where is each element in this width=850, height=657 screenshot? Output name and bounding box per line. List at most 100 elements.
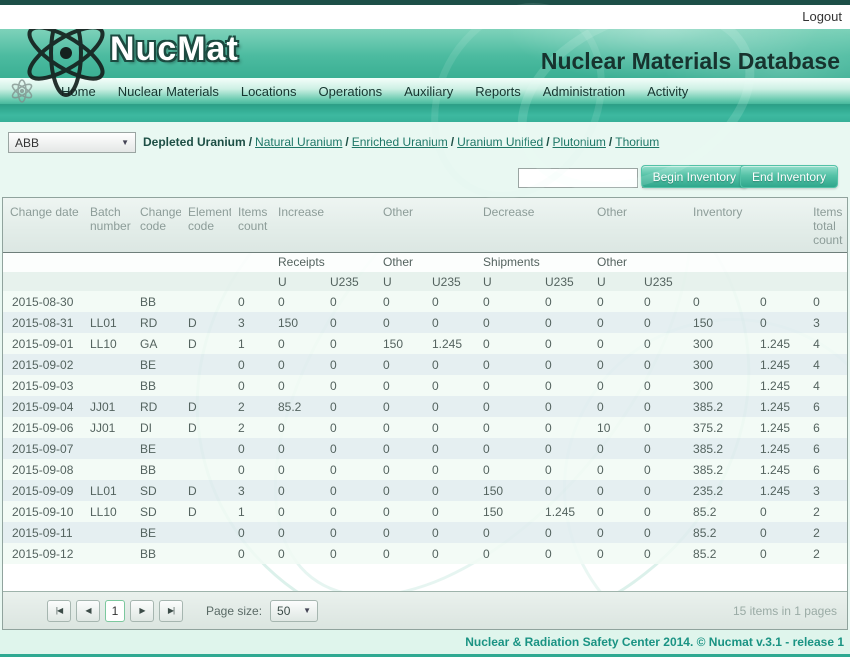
table-cell: RD bbox=[133, 396, 181, 417]
table-body: 2015-08-30BB0000000000002015-08-31LL01RD… bbox=[3, 291, 847, 564]
breadcrumb-separator: / bbox=[246, 135, 255, 149]
table-cell: 0 bbox=[590, 459, 637, 480]
header-row-units: U U235 U U235 U U235 U U235 bbox=[3, 272, 847, 291]
table-cell: 0 bbox=[323, 396, 376, 417]
table-cell: 6 bbox=[806, 459, 847, 480]
col-header-decrease: Decrease bbox=[476, 198, 590, 252]
table-row: 2015-08-31LL01RDD3150000000015003 bbox=[3, 312, 847, 333]
table-cell: D bbox=[181, 480, 231, 501]
table-cell: JJ01 bbox=[83, 396, 133, 417]
table-cell: 0 bbox=[753, 501, 806, 522]
breadcrumb-link-uranium-unified[interactable]: Uranium Unified bbox=[457, 135, 543, 149]
page-size-label: Page size: bbox=[206, 604, 262, 618]
table-cell: LL10 bbox=[83, 501, 133, 522]
footer-text: Nuclear & Radiation Safety Center 2014. … bbox=[465, 635, 844, 649]
table-cell: 0 bbox=[376, 438, 425, 459]
table-cell: 0 bbox=[231, 438, 271, 459]
page-size-dropdown[interactable]: 50 ▼ bbox=[270, 600, 318, 622]
breadcrumb-link-enriched-uranium[interactable]: Enriched Uranium bbox=[352, 135, 448, 149]
table-cell: 0 bbox=[590, 438, 637, 459]
nav-item-nuclear-materials[interactable]: Nuclear Materials bbox=[107, 84, 230, 99]
table-cell: 385.2 bbox=[686, 396, 753, 417]
table-cell: 0 bbox=[590, 480, 637, 501]
col-header-inventory: Inventory bbox=[686, 198, 806, 252]
table-cell: 0 bbox=[686, 291, 753, 312]
table-cell: 4 bbox=[806, 333, 847, 354]
table-cell: BE bbox=[133, 354, 181, 375]
inventory-date-input[interactable] bbox=[518, 168, 638, 188]
table-cell: 2015-09-03 bbox=[3, 375, 83, 396]
begin-inventory-button[interactable]: Begin Inventory bbox=[641, 165, 748, 188]
pagination-bar: |◀ ◀ 1 ▶ ▶| Page size: 50 ▼ 15 items in … bbox=[3, 591, 847, 629]
table-cell: 0 bbox=[271, 438, 323, 459]
table-cell: 150 bbox=[376, 333, 425, 354]
previous-page-button[interactable]: ◀ bbox=[76, 600, 100, 622]
current-page-button[interactable]: 1 bbox=[105, 600, 125, 622]
table-cell: 2 bbox=[231, 417, 271, 438]
nav-item-reports[interactable]: Reports bbox=[464, 84, 532, 99]
breadcrumb-link-thorium[interactable]: Thorium bbox=[615, 135, 659, 149]
nav-item-activity[interactable]: Activity bbox=[636, 84, 699, 99]
table-cell: 0 bbox=[637, 333, 686, 354]
col-header-items-count: Items count bbox=[231, 198, 271, 252]
table-cell bbox=[181, 459, 231, 480]
table-cell: 0 bbox=[590, 333, 637, 354]
table-cell: 0 bbox=[323, 312, 376, 333]
table-cell: 0 bbox=[538, 333, 590, 354]
table-cell bbox=[181, 291, 231, 312]
col-header-increase-other: Other bbox=[376, 198, 476, 252]
table-cell: 0 bbox=[376, 354, 425, 375]
table-cell: BB bbox=[133, 375, 181, 396]
table-cell: 0 bbox=[476, 375, 538, 396]
logout-link[interactable]: Logout bbox=[802, 9, 842, 24]
table-cell: 0 bbox=[637, 312, 686, 333]
nav-item-administration[interactable]: Administration bbox=[532, 84, 636, 99]
table-cell: 0 bbox=[637, 459, 686, 480]
table-cell: 0 bbox=[538, 543, 590, 564]
table-cell: 3 bbox=[806, 312, 847, 333]
end-inventory-button[interactable]: End Inventory bbox=[740, 165, 838, 188]
material-dropdown[interactable]: ABB ▼ bbox=[8, 132, 136, 153]
table-cell: 0 bbox=[323, 480, 376, 501]
breadcrumb-link-natural-uranium[interactable]: Natural Uranium bbox=[255, 135, 342, 149]
table-cell: D bbox=[181, 333, 231, 354]
table-cell: LL01 bbox=[83, 312, 133, 333]
nav-menu: HomeNuclear MaterialsLocationsOperations… bbox=[50, 84, 699, 99]
table-cell: 0 bbox=[231, 522, 271, 543]
table-row: 2015-09-12BB00000000085.202 bbox=[3, 543, 847, 564]
first-page-button[interactable]: |◀ bbox=[47, 600, 71, 622]
table-cell: 85.2 bbox=[686, 543, 753, 564]
table-cell: 0 bbox=[637, 438, 686, 459]
table-cell: 0 bbox=[476, 354, 538, 375]
subheader-other-decrease: Other bbox=[590, 252, 686, 272]
breadcrumb-link-plutonium[interactable]: Plutonium bbox=[553, 135, 606, 149]
table-cell: BB bbox=[133, 291, 181, 312]
table-cell: 2015-09-08 bbox=[3, 459, 83, 480]
table-cell: 0 bbox=[323, 438, 376, 459]
table-cell: 0 bbox=[323, 459, 376, 480]
table-cell: 0 bbox=[231, 543, 271, 564]
nav-item-operations[interactable]: Operations bbox=[308, 84, 394, 99]
table-cell: 0 bbox=[753, 522, 806, 543]
table-cell: 2 bbox=[806, 501, 847, 522]
table-cell: 2015-08-31 bbox=[3, 312, 83, 333]
table-cell: 0 bbox=[753, 543, 806, 564]
next-page-button[interactable]: ▶ bbox=[130, 600, 154, 622]
nav-item-auxiliary[interactable]: Auxiliary bbox=[393, 84, 464, 99]
table-cell: 0 bbox=[376, 396, 425, 417]
table-cell: 2015-08-30 bbox=[3, 291, 83, 312]
table-cell: 375.2 bbox=[686, 417, 753, 438]
table-cell: 0 bbox=[538, 354, 590, 375]
last-page-button[interactable]: ▶| bbox=[159, 600, 183, 622]
unit-header-u235: U235 bbox=[637, 272, 686, 291]
table-cell: 85.2 bbox=[686, 501, 753, 522]
nav-item-locations[interactable]: Locations bbox=[230, 84, 308, 99]
header-spacer bbox=[3, 272, 271, 291]
table-cell: 0 bbox=[753, 291, 806, 312]
table-cell: 0 bbox=[476, 291, 538, 312]
table-cell: 0 bbox=[476, 417, 538, 438]
col-header-decrease-other: Other bbox=[590, 198, 686, 252]
table-cell: 0 bbox=[538, 438, 590, 459]
table-cell: 0 bbox=[590, 522, 637, 543]
table-row: 2015-09-07BE000000000385.21.2456 bbox=[3, 438, 847, 459]
